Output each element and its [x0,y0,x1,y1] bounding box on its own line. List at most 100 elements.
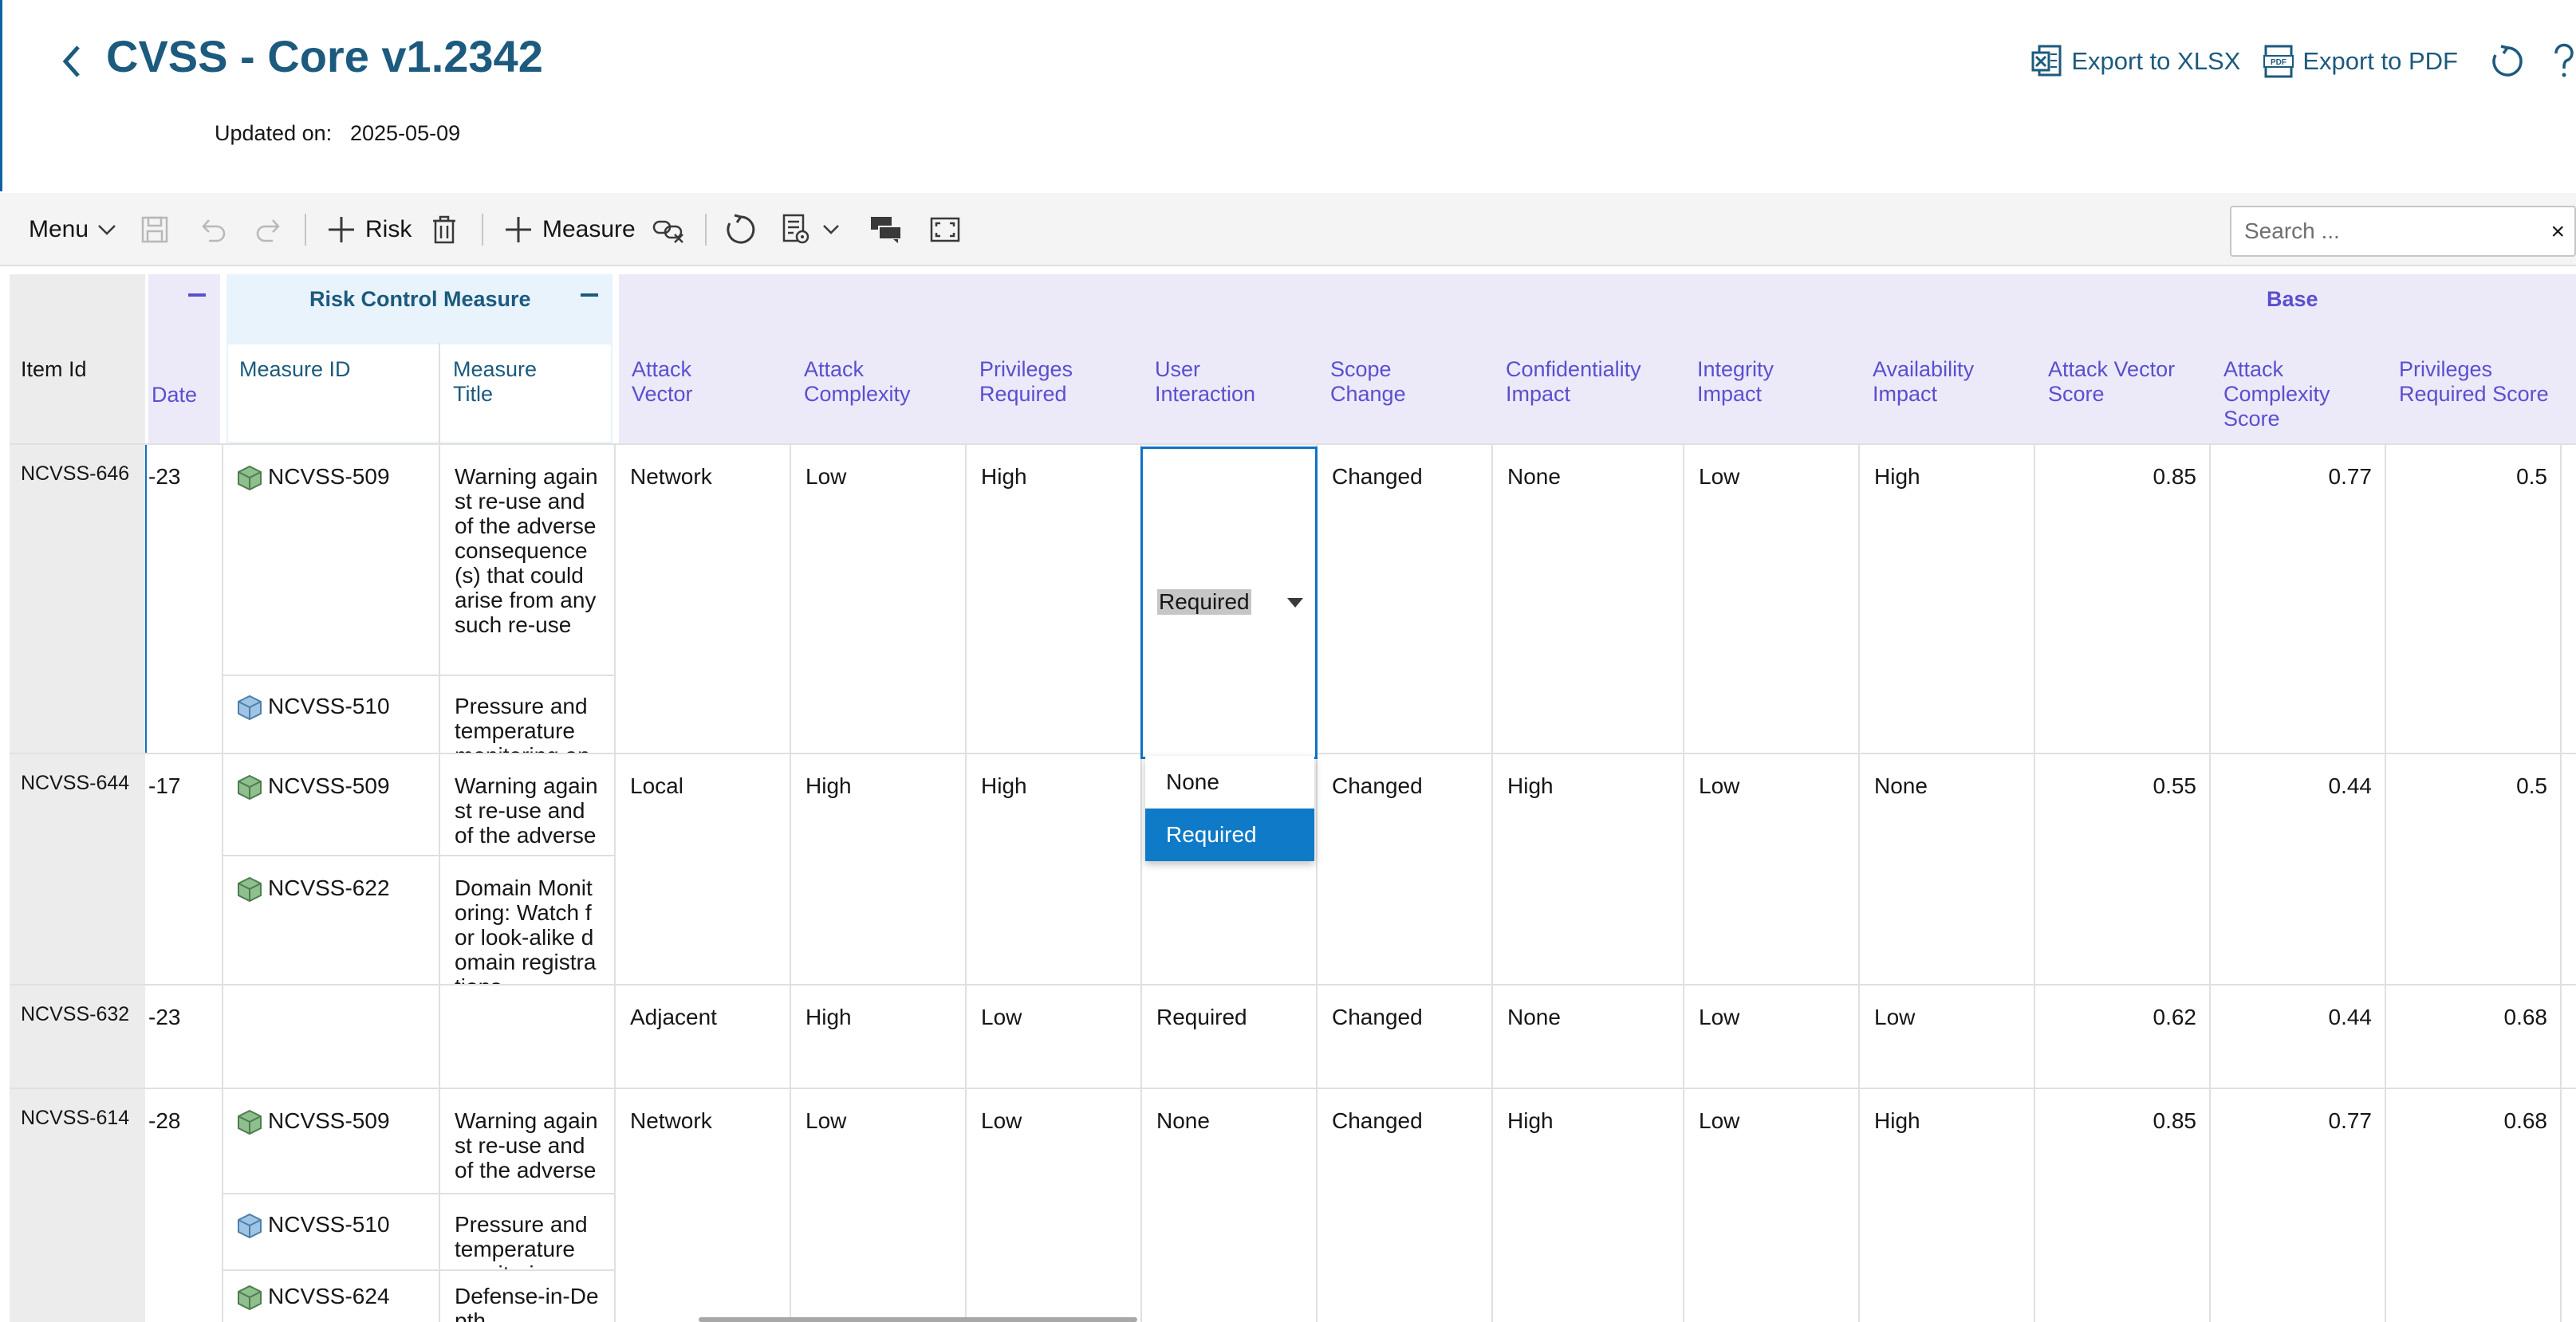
cube-blue-icon [238,1213,262,1239]
integrity-impact-cell[interactable]: Low [1684,445,1858,489]
confidentiality-impact-cell[interactable]: None [1493,986,1683,1029]
measure-id-cell[interactable]: NCVSS-509 [222,754,439,855]
undo-button[interactable] [198,193,226,266]
measure-id-cell[interactable]: NCVSS-510 [222,675,439,753]
dropdown-option-required[interactable]: Required [1145,809,1314,861]
measure-id-cell[interactable]: NCVSS-622 [222,856,439,984]
column-header-privileges-required-score[interactable]: Privileges Required Score [2399,357,2558,407]
search-input[interactable] [2231,218,2527,244]
table-row[interactable]: NCVSS-632 -23 Adjacent High Low Required… [0,986,2576,1088]
availability-impact-cell[interactable]: Low [1860,986,2034,1029]
caret-down-icon[interactable] [1286,597,1304,608]
column-header-attack-complexity[interactable]: Attack Complexity [804,357,932,407]
svg-text:PDF: PDF [2271,58,2286,67]
column-header-availability-impact[interactable]: Availability Impact [1873,357,2000,407]
column-header-attack-complexity-score[interactable]: Attack Complexity Score [2223,357,2351,431]
save-icon [141,216,168,243]
cube-green-icon [238,465,262,491]
date-header-bg [148,274,220,443]
availability-impact-cell[interactable]: High [1860,445,2034,489]
scope-change-cell[interactable]: Changed [1318,986,1491,1029]
measure-id-cell[interactable]: NCVSS-624 [222,1271,439,1322]
delete-button[interactable] [431,193,458,266]
add-measure-button[interactable]: Measure [504,193,636,266]
attack-complexity-score-cell: 0.44 [2328,773,2373,798]
horizontal-scrollbar[interactable] [699,1317,1137,1322]
export-pdf-button[interactable]: PDF Export to PDF [2263,45,2458,78]
column-header-confidentiality-impact[interactable]: Confidentiality Impact [1506,357,1665,407]
scope-change-cell[interactable]: Changed [1318,754,1491,798]
privileges-required-cell[interactable]: Low [967,986,1140,1029]
attack-complexity-cell[interactable]: High [791,754,965,798]
date-cell: -23 [148,1005,181,1029]
date-cell: -17 [148,773,181,798]
availability-impact-cell[interactable]: None [1860,754,2034,798]
column-header-item-id[interactable]: Item Id [21,357,87,382]
export-xlsx-button[interactable]: Export to XLSX [2031,45,2240,78]
report-view-button[interactable] [782,193,841,266]
refresh-grid-button[interactable] [724,193,758,266]
privileges-required-score-cell: 0.68 [2503,1108,2548,1133]
measure-title-cell: Pressure and temperature monitoring and [455,1212,590,1269]
column-header-measure-id[interactable]: Measure ID [239,357,351,382]
column-header-measure-title[interactable]: Measure Title [453,357,565,407]
attack-vector-cell[interactable]: Network [616,445,790,489]
attack-complexity-score-cell: 0.44 [2328,1005,2373,1029]
measure-id-cell[interactable]: NCVSS-510 [222,1193,439,1269]
cube-green-icon [238,1285,262,1311]
user-interaction-cell[interactable]: None [1142,1089,1316,1133]
scope-change-cell[interactable]: Changed [1318,1089,1491,1133]
confidentiality-impact-cell[interactable]: High [1493,754,1683,798]
column-header-attack-vector-score[interactable]: Attack Vector Score [2048,357,2184,407]
collapse-date-button[interactable] [188,293,206,297]
user-interaction-editor[interactable]: Required [1140,447,1318,759]
refresh-icon [2492,45,2523,77]
measure-id-cell[interactable]: NCVSS-509 [222,1089,439,1193]
comments-button[interactable] [869,193,903,266]
availability-impact-cell[interactable]: High [1860,1089,2034,1133]
attack-complexity-cell[interactable]: High [791,986,965,1029]
privileges-required-cell[interactable]: High [967,754,1140,798]
collapse-risk-control-button[interactable] [581,293,598,297]
integrity-impact-cell[interactable]: Low [1684,754,1858,798]
column-header-privileges-required[interactable]: Privileges Required [979,357,1107,407]
privileges-required-cell[interactable]: High [967,445,1140,489]
dropdown-option-none[interactable]: None [1145,756,1314,809]
save-button[interactable] [140,193,169,266]
attack-vector-cell[interactable]: Adjacent [616,986,790,1029]
user-interaction-cell[interactable]: Required [1142,986,1316,1029]
privileges-required-cell[interactable]: Low [967,1089,1140,1133]
back-button[interactable] [55,40,87,83]
menu-button[interactable]: Menu [29,193,117,266]
add-risk-button[interactable]: Risk [327,193,412,266]
measure-id-cell[interactable]: NCVSS-509 [222,445,439,557]
column-header-date[interactable]: Date [152,383,197,407]
page-title: CVSS - Core v1.2342 [106,31,543,81]
scope-change-cell[interactable]: Changed [1318,445,1491,489]
attack-complexity-cell[interactable]: Low [791,1089,965,1133]
privileges-required-score-cell: 0.68 [2503,1005,2548,1029]
fullscreen-button[interactable] [930,193,960,266]
column-header-attack-vector[interactable]: Attack Vector [632,357,735,407]
user-interaction-editor-value[interactable]: Required [1157,589,1251,615]
column-header-integrity-impact[interactable]: Integrity Impact [1697,357,1809,407]
unlink-button[interactable] [652,193,684,266]
redo-button[interactable] [255,193,284,266]
help-button[interactable] [2552,43,2576,80]
table-row[interactable]: NCVSS-614 -28 NCVSS-509 Warning against … [0,1089,2576,1322]
integrity-impact-cell[interactable]: Low [1684,986,1858,1029]
column-header-scope-change[interactable]: Scope Change [1330,357,1442,407]
confidentiality-impact-cell[interactable]: High [1493,1089,1683,1133]
integrity-impact-cell[interactable]: Low [1684,1089,1858,1133]
updated-label: Updated on: [215,121,333,145]
attack-complexity-cell[interactable]: Low [791,445,965,489]
menu-label: Menu [29,216,89,242]
confidentiality-impact-cell[interactable]: None [1493,445,1683,489]
export-pdf-label: Export to PDF [2302,47,2458,75]
search-clear-button[interactable]: × [2550,218,2565,246]
refresh-button[interactable] [2490,44,2525,79]
attack-vector-cell[interactable]: Local [616,754,790,798]
column-header-user-interaction[interactable]: User Interaction [1155,357,1282,407]
attack-vector-cell[interactable]: Network [616,1089,790,1133]
updated-value: 2025-05-09 [350,121,461,145]
